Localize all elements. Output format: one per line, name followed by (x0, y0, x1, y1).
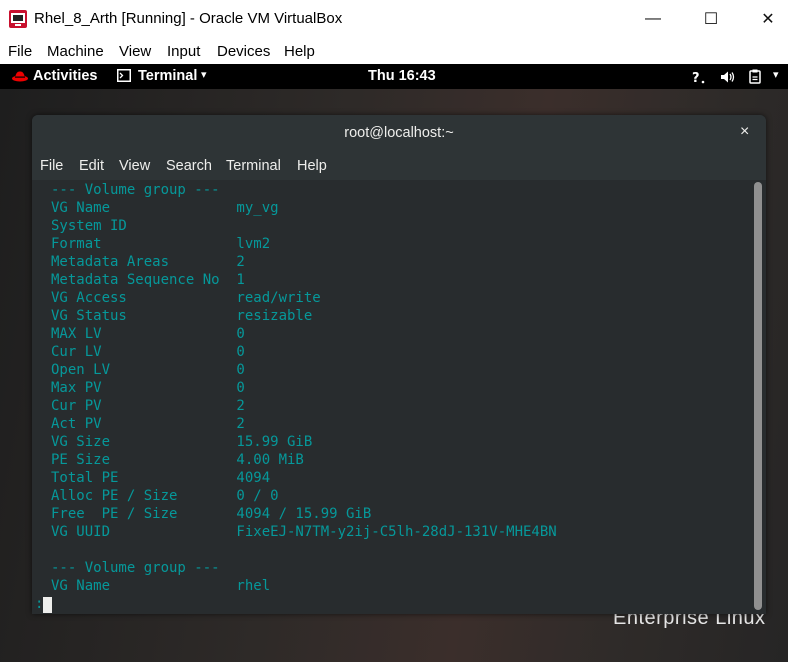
terminal-scrollbar[interactable] (754, 182, 762, 610)
terminal-line: Free PE / Size 4094 / 15.99 GiB (51, 506, 372, 522)
terminal-lines: --- Volume group --- VG Name my_vg Syste… (51, 181, 557, 595)
terminal-output[interactable]: --- Volume group --- VG Name my_vg Syste… (32, 180, 766, 614)
terminal-line: VG Status resizable (51, 308, 313, 324)
vbox-menu-view[interactable]: View (119, 43, 151, 60)
terminal-menu-edit[interactable]: Edit (79, 158, 104, 174)
activities-button[interactable]: Activities (33, 68, 97, 84)
clock[interactable]: Thu 16:43 (368, 68, 436, 84)
terminal-line: --- Volume group --- (51, 182, 220, 198)
accessibility-icon[interactable]: ? (692, 70, 706, 84)
terminal-cursor (43, 597, 52, 613)
vbox-menu-devices[interactable]: Devices (217, 43, 270, 60)
minimize-button[interactable]: — (630, 5, 676, 33)
terminal-line: VG Access read/write (51, 290, 321, 306)
terminal-menu-terminal[interactable]: Terminal (226, 158, 281, 174)
terminal-line: Cur LV 0 (51, 344, 245, 360)
window-title: Rhel_8_Arth [Running] - Oracle VM Virtua… (34, 10, 343, 27)
vbox-menu-file[interactable]: File (8, 43, 32, 60)
volume-icon[interactable] (720, 70, 736, 84)
terminal-line: Metadata Sequence No 1 (51, 272, 245, 288)
terminal-headerbar[interactable]: root@localhost:~ × (32, 115, 766, 152)
terminal-menu-view[interactable]: View (119, 158, 150, 174)
terminal-menu-file[interactable]: File (40, 158, 63, 174)
minimize-icon: — (645, 10, 661, 27)
terminal-app-icon (117, 69, 131, 82)
gnome-topbar: Activities Terminal ▾ Thu 16:43 ? ▾ (0, 64, 788, 89)
terminal-window[interactable]: root@localhost:~ × File Edit View Search… (32, 115, 766, 614)
vbox-menubar: File Machine View Input Devices Help (0, 38, 788, 64)
maximize-button[interactable]: ☐ (688, 5, 734, 33)
close-button[interactable]: ✕ (745, 5, 788, 33)
terminal-menubar: File Edit View Search Terminal Help (32, 152, 766, 180)
terminal-title: root@localhost:~ (344, 125, 454, 141)
vbox-menu-input[interactable]: Input (167, 43, 200, 60)
terminal-close-icon[interactable]: × (740, 123, 749, 141)
terminal-menu-help[interactable]: Help (297, 158, 327, 174)
svg-text:?: ? (692, 71, 700, 84)
terminal-line: Alloc PE / Size 0 / 0 (51, 488, 279, 504)
virtualbox-vm-icon (9, 10, 27, 28)
terminal-line: VG UUID FixeEJ-N7TM-y2ij-C5lh-28dJ-131V-… (51, 524, 557, 540)
terminal-line: Open LV 0 (51, 362, 245, 378)
app-menu-arrow-icon: ▾ (201, 69, 207, 81)
terminal-menu-search[interactable]: Search (166, 158, 212, 174)
terminal-line: MAX LV 0 (51, 326, 245, 342)
terminal-line: --- Volume group --- (51, 560, 220, 576)
terminal-line: Act PV 2 (51, 416, 245, 432)
terminal-line: VG Name rhel (51, 578, 271, 594)
terminal-line: Metadata Areas 2 (51, 254, 245, 270)
window-titlebar: Rhel_8_Arth [Running] - Oracle VM Virtua… (0, 0, 788, 38)
terminal-line: Format lvm2 (51, 236, 271, 252)
scrollbar-thumb[interactable] (754, 182, 762, 610)
power-icon[interactable] (749, 69, 763, 84)
redhat-logo-icon (12, 71, 28, 82)
terminal-line: VG Size 15.99 GiB (51, 434, 313, 450)
maximize-icon: ☐ (703, 11, 719, 28)
terminal-line: Total PE 4094 (51, 470, 271, 486)
app-menu-terminal[interactable]: Terminal (138, 68, 197, 84)
system-menu-arrow-icon[interactable]: ▾ (773, 68, 779, 81)
vbox-menu-help[interactable]: Help (284, 43, 315, 60)
vbox-menu-machine[interactable]: Machine (47, 43, 104, 60)
terminal-line: System ID (51, 218, 127, 234)
terminal-line: VG Name my_vg (51, 200, 279, 216)
close-icon: ✕ (761, 11, 775, 28)
terminal-line: Cur PV 2 (51, 398, 245, 414)
terminal-line: PE Size 4.00 MiB (51, 452, 304, 468)
terminal-line: Max PV 0 (51, 380, 245, 396)
